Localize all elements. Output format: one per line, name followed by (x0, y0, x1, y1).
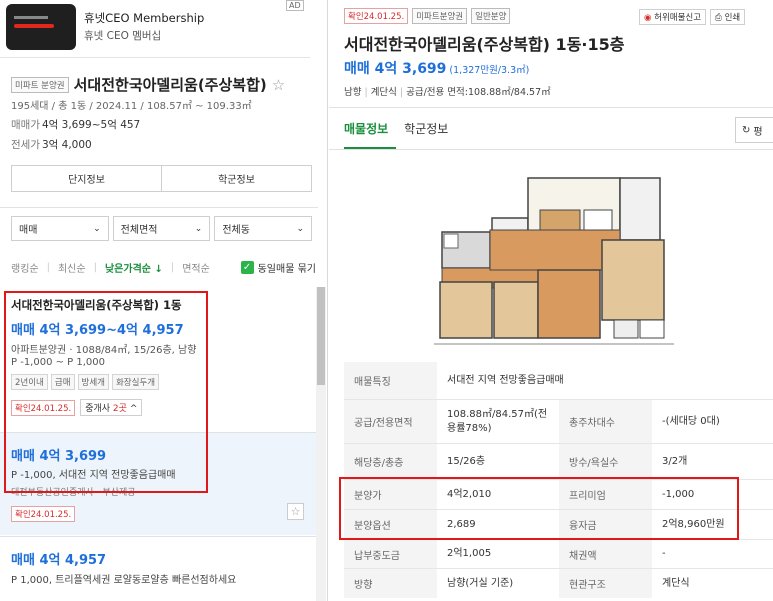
print-icon: ⎙ (715, 13, 722, 23)
ad-thumbnail[interactable] (6, 4, 76, 50)
detail-tabs: 매물정보 학군정보 (344, 114, 464, 149)
filter-bar: 매매 ⌄ 전체면적 ⌄ 전체동 ⌄ (11, 216, 313, 241)
listing-tags: 2년이내 급매 방세개 화장실두개 (11, 374, 160, 390)
chevron-down-icon: ⌄ (296, 223, 305, 234)
sort-bar: 랭킹순 | 최신순 | 낮은가격순 ↓ | 면적순 ✓ 동일매물 묶기 (11, 260, 316, 275)
jeonse-price: 전세가 3억 4,000 (11, 139, 92, 151)
listing-price: 매매 4억 3,699~4억 4,957 (11, 323, 184, 338)
confirm-date-badge: 확인24.01.25. (11, 399, 76, 416)
divider (0, 207, 318, 208)
table-row: 매물특징 서대전 지역 전망좋음급매매 (344, 362, 773, 400)
scrollbar-thumb[interactable] (317, 287, 325, 385)
ad-banner[interactable]: 휴넷CEO Membership 휴넷 CEO 멤버십 AD (0, 0, 310, 58)
listing-detail-title: 서대전한국아델리움(주상복합) 1동·15층 (344, 35, 625, 54)
confirm-date-badge: 확인24.01.25. (344, 8, 409, 24)
ad-badge: AD (286, 0, 304, 11)
listing-card[interactable]: 서대전한국아델리움(주상복합) 1동 매매 4억 3,699~4억 4,957 … (0, 287, 316, 432)
report-button[interactable]: ◉ 허위매물신고 (639, 9, 707, 25)
confirm-date-badge: 확인24.01.25. (11, 506, 76, 522)
table-row: 분양가 4억2,010 프리미엄 -1,000 (344, 480, 773, 510)
listing-panel: 휴넷CEO Membership 휴넷 CEO 멤버십 AD 미파트 분양권 서… (0, 0, 328, 601)
tab-school-info[interactable]: 학군정보 (404, 114, 456, 149)
sort-latest[interactable]: 최신순 (58, 260, 86, 275)
property-type-tag: 미파트분양권 (412, 8, 468, 24)
complex-summary: 미파트 분양권 서대전한국아델리움(주상복합) ☆ 195세대 / 총 1동 /… (0, 60, 318, 210)
tag-chip: 방세개 (77, 374, 109, 390)
listing-agent: 대전부동산공인중개사 · 부산제공 (11, 488, 136, 498)
area-unit-toggle[interactable]: ↻ 평 (735, 117, 773, 143)
chevron-down-icon: ⌄ (194, 223, 203, 234)
tag-chip: 2년이내 (11, 374, 48, 390)
detail-panel: 확인24.01.25. 미파트분양권 일반분양 ◉ 허위매물신고 ⎙ 인쇄 서대… (329, 0, 773, 601)
listing-card[interactable]: 매매 4억 4,957 P 1,000, 트리플역세권 로얄동로얄층 빠른선점하… (0, 536, 316, 601)
chevron-up-icon: ^ (129, 404, 138, 414)
tag-chip: 급매 (50, 374, 75, 390)
school-info-button[interactable]: 학군정보 (161, 166, 311, 191)
ad-title[interactable]: 휴넷CEO Membership (84, 10, 204, 26)
siren-icon: ◉ (644, 13, 652, 23)
sort-low-price[interactable]: 낮은가격순 ↓ (105, 260, 163, 275)
property-type-tag: 미파트 분양권 (11, 76, 69, 93)
scrollbar[interactable] (316, 287, 326, 601)
listing-price: 매매 4억 3,699 (11, 449, 107, 464)
checkbox-checked-icon: ✓ (240, 261, 254, 274)
print-button[interactable]: ⎙ 인쇄 (710, 9, 746, 25)
table-row: 납부중도금 2억1,005 채권액 - (344, 540, 773, 569)
table-row: 해당층/총층 15/26층 방수/욕실수 3/2개 (344, 444, 773, 480)
agent-count-button[interactable]: 중개사 2곳 ^ (80, 399, 143, 416)
tab-listing-info[interactable]: 매물정보 (344, 114, 397, 149)
sale-type-tag: 일반분양 (471, 8, 511, 24)
refresh-icon: ↻ (742, 124, 751, 136)
listing-detail-info: 남향 | 계단식 | 공급/전용 면적:108.88㎡/84.57㎡ (344, 87, 551, 98)
area-select[interactable]: 전체면적 ⌄ (112, 216, 211, 241)
listing-description: P -1,000, 서대전 지역 전망좋음급매매 (11, 470, 176, 481)
sort-ranking[interactable]: 랭킹순 (11, 260, 39, 275)
listing-premium: P -1,000 ~ P 1,000 (11, 357, 106, 368)
favorite-star-icon[interactable]: ☆ (272, 76, 285, 94)
group-same-listing-toggle[interactable]: ✓ 동일매물 묶기 (240, 260, 316, 275)
chevron-down-icon: ⌄ (93, 223, 101, 234)
table-row: 분양옵션 2,689 융자금 2억8,960만원 (344, 510, 773, 540)
complex-info-button[interactable]: 단지정보 (12, 166, 161, 191)
favorite-star-icon[interactable]: ☆ (287, 503, 304, 520)
complex-info: 195세대 / 총 1동 / 2024.11 / 108.57㎡ ~ 109.3… (11, 101, 252, 112)
listing-description: P 1,000, 트리플역세권 로얄동로얄층 빠른선점하세요 (11, 575, 237, 586)
table-row: 방향 남향(거실 기준) 현관구조 계단식 (344, 569, 773, 598)
table-row: 공급/전용면적 108.88㎡/84.57㎡(전용률78%) 총주차대수 -(세… (344, 400, 773, 444)
tag-chip: 화장실두개 (111, 374, 160, 390)
dong-select[interactable]: 전체동 ⌄ (214, 216, 313, 241)
listing-detail-table: 매물특징 서대전 지역 전망좋음급매매 공급/전용면적 108.88㎡/84.5… (344, 362, 773, 598)
sale-price-range: 매매가 4억 3,699~5억 457 (11, 119, 141, 131)
sort-area[interactable]: 면적순 (182, 260, 210, 275)
complex-name: 서대전한국아델리움(주상복합) (73, 76, 267, 94)
listing-card[interactable]: 매매 4억 3,699 P -1,000, 서대전 지역 전망좋음급매매 대전부… (0, 432, 316, 535)
listing-price: 매매 4억 4,957 (11, 553, 107, 568)
ad-subtitle: 휴넷 CEO 멤버십 (84, 30, 162, 42)
listing-spec: 아파트분양권 · 1088/84㎡, 15/26층, 남향 (11, 345, 197, 356)
listing-detail-price: 매매 4억 3,699 (1,327만원/3.3㎡) (344, 61, 530, 77)
floor-plan-image[interactable] (434, 170, 674, 345)
trade-type-select[interactable]: 매매 ⌄ (11, 216, 109, 241)
listing-title: 서대전한국아델리움(주상복합) 1동 (11, 298, 182, 312)
